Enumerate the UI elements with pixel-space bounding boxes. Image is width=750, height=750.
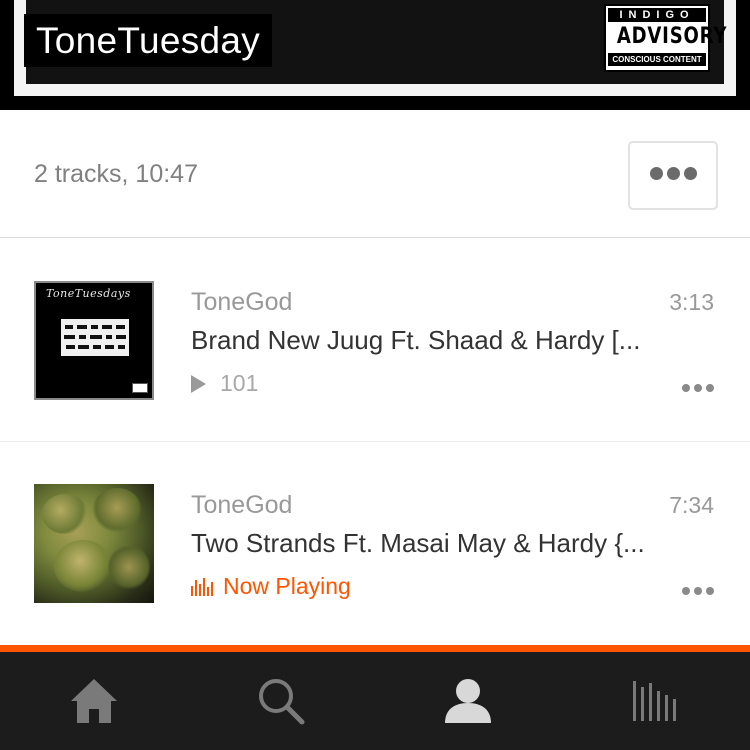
bottom-tab-bar xyxy=(0,652,750,750)
home-icon xyxy=(70,679,117,723)
track-row[interactable]: ToneTuesdays ToneGod 3:13 Brand New Juug… xyxy=(0,239,750,442)
tab-home[interactable] xyxy=(0,652,187,750)
tab-collection[interactable] xyxy=(561,652,748,750)
play-count-value: 101 xyxy=(220,370,259,396)
profile-icon xyxy=(444,679,491,723)
track-row[interactable]: ToneGod 7:34 Two Strands Ft. Masai May &… xyxy=(0,442,750,645)
playlist-title: ToneTuesday xyxy=(36,20,261,61)
track-artist[interactable]: ToneGod xyxy=(191,288,292,317)
track-artwork: ToneTuesdays xyxy=(34,281,154,400)
artwork-advisory-badge xyxy=(132,383,148,393)
advisory-label-middle: ADVISORY xyxy=(616,24,728,49)
advisory-label: INDIGO ADVISORY CONSCIOUS CONTENT xyxy=(604,4,728,72)
playlist-title-box: ToneTuesday xyxy=(24,14,273,67)
now-playing-indicator: Now Playing xyxy=(191,573,351,600)
collection-icon xyxy=(632,681,676,721)
track-more-button[interactable] xyxy=(682,379,714,397)
track-more-button[interactable] xyxy=(682,582,714,600)
play-count-icon xyxy=(191,374,206,393)
equalizer-icon xyxy=(191,577,213,596)
tab-search[interactable] xyxy=(187,652,374,750)
track-artwork xyxy=(34,484,154,603)
advisory-label-top: INDIGO xyxy=(608,8,706,22)
track-title[interactable]: Two Strands Ft. Masai May & Hardy {... xyxy=(191,528,681,559)
track-title[interactable]: Brand New Juug Ft. Shaad & Hardy [... xyxy=(191,325,681,356)
now-playing-label: Now Playing xyxy=(223,573,351,599)
more-dots-icon xyxy=(650,167,697,185)
artwork-caption: ToneTuesdays xyxy=(46,287,131,300)
playlist-more-button[interactable] xyxy=(628,141,718,210)
playlist-header: ToneTuesday INDIGO ADVISORY CONSCIOUS CO… xyxy=(0,0,750,110)
play-count: 101 xyxy=(191,370,258,397)
track-artist[interactable]: ToneGod xyxy=(191,491,292,520)
track-duration: 3:13 xyxy=(669,289,714,315)
search-icon xyxy=(258,679,304,725)
track-summary: 2 tracks, 10:47 xyxy=(34,160,198,188)
artwork-graphic xyxy=(61,319,129,356)
playlist-summary-row: 2 tracks, 10:47 xyxy=(0,110,750,238)
track-duration: 7:34 xyxy=(669,492,714,518)
tab-profile[interactable] xyxy=(374,652,561,750)
advisory-label-bottom: CONSCIOUS CONTENT xyxy=(608,53,706,66)
playback-progress-bar xyxy=(0,645,750,652)
